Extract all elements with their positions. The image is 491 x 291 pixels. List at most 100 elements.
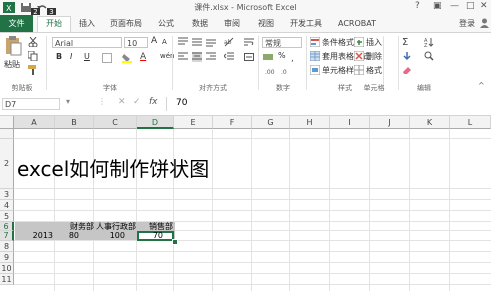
tab-page-layout[interactable]: 页面布局 (105, 17, 147, 30)
font-color-icon[interactable]: A (140, 52, 150, 62)
fill-color-icon[interactable] (122, 53, 132, 63)
wrap-text-icon[interactable] (244, 37, 254, 47)
tab-acrobat[interactable]: ACROBAT (333, 17, 381, 30)
column-header-f[interactable]: F (213, 116, 252, 129)
formula-input[interactable]: 70 (176, 98, 187, 108)
delete-button[interactable]: 删除 (366, 51, 382, 62)
align-middle-icon[interactable] (192, 37, 202, 47)
column-header-h[interactable]: H (290, 116, 330, 129)
insert-icon[interactable] (353, 36, 365, 48)
cell-styles-icon[interactable] (309, 64, 321, 76)
currency-icon[interactable] (263, 52, 273, 62)
restore-button[interactable]: □ (466, 1, 475, 11)
align-top-icon[interactable] (178, 37, 188, 47)
select-all-corner[interactable] (0, 116, 14, 129)
font-size-select[interactable]: 10 (124, 37, 148, 48)
font-name-select[interactable]: Arial (52, 37, 122, 48)
fill-handle[interactable] (172, 239, 178, 245)
column-header-l[interactable]: L (450, 116, 491, 129)
tab-view[interactable]: 视图 (252, 17, 280, 30)
name-box-dropdown-icon[interactable]: ▾ (66, 97, 70, 106)
insert-function-icon[interactable]: fx (149, 97, 158, 107)
help-icon[interactable]: ? (415, 1, 420, 11)
conditional-format-icon[interactable] (309, 36, 321, 48)
row-header-10[interactable]: 10 (0, 263, 14, 274)
column-header-i[interactable]: I (330, 116, 370, 129)
percent-button[interactable]: % (278, 51, 286, 60)
name-box[interactable]: D7 (2, 98, 60, 110)
tab-data[interactable]: 数据 (186, 17, 214, 30)
orientation-icon[interactable]: ab (224, 37, 234, 47)
conditional-format-button[interactable]: 条件格式 (322, 37, 354, 48)
decrease-decimal-icon[interactable]: .0 (281, 66, 291, 76)
data-cell-year[interactable]: 2013 (15, 231, 53, 240)
align-right-icon[interactable] (206, 52, 216, 62)
enter-icon[interactable]: ✓ (133, 97, 141, 107)
column-header-j[interactable]: J (370, 116, 410, 129)
fill-icon[interactable] (402, 51, 412, 61)
data-cell-finance[interactable]: 80 (55, 231, 79, 240)
formula-bar-options-icon[interactable]: ⋮ (98, 97, 106, 106)
tab-review[interactable]: 审阅 (218, 17, 246, 30)
insert-button[interactable]: 插入 (366, 37, 382, 48)
clear-icon[interactable] (402, 65, 412, 75)
column-header-a[interactable]: A (14, 116, 55, 129)
align-center-icon[interactable] (192, 52, 202, 62)
row-header-2[interactable]: 2 (0, 139, 14, 189)
row-header-9[interactable]: 9 (0, 252, 14, 263)
align-left-icon[interactable] (178, 52, 188, 62)
paste-icon[interactable] (4, 35, 22, 57)
tab-formulas[interactable]: 公式 (152, 17, 180, 30)
copy-icon[interactable] (27, 50, 38, 62)
delete-icon[interactable] (353, 50, 365, 62)
comma-style-icon[interactable]: , (291, 52, 301, 64)
data-cell-hr[interactable]: 100 (95, 231, 125, 240)
cancel-icon[interactable]: ✕ (118, 97, 126, 107)
paste-label[interactable]: 粘贴 (4, 59, 20, 70)
row-header-6[interactable]: 6 (0, 222, 14, 231)
login-link[interactable]: 登录 (455, 17, 479, 30)
ribbon-display-icon[interactable]: ▣ (433, 1, 442, 11)
decrease-indent-icon[interactable] (223, 52, 234, 62)
format-table-icon[interactable] (309, 50, 321, 62)
italic-button[interactable]: I (70, 52, 72, 61)
row-header-3[interactable]: 3 (0, 189, 14, 200)
minimize-button[interactable]: — (450, 1, 459, 11)
format-painter-icon[interactable] (28, 65, 38, 75)
autosum-icon[interactable]: Σ (402, 37, 412, 48)
format-button[interactable]: 格式 (366, 65, 382, 76)
grow-font-button[interactable]: A (151, 36, 157, 46)
find-select-icon[interactable] (424, 51, 434, 61)
borders-icon[interactable] (102, 53, 112, 63)
sheet-title-cell[interactable]: excel如何制作饼状图 (17, 153, 209, 182)
sort-filter-icon[interactable]: AZ (424, 37, 434, 49)
data-cell-sales[interactable]: 70 (139, 231, 163, 240)
column-header-d[interactable]: D (137, 116, 174, 129)
align-bottom-icon[interactable] (206, 37, 216, 47)
row-header-5[interactable]: 5 (0, 211, 14, 222)
increase-decimal-icon[interactable]: .00 (265, 66, 275, 76)
tab-developer[interactable]: 开发工具 (285, 17, 327, 30)
bold-button[interactable]: B (56, 52, 62, 61)
number-format-select[interactable]: 常规 (262, 37, 302, 48)
tab-insert[interactable]: 插入 (73, 17, 101, 30)
column-header-c[interactable]: C (94, 116, 137, 129)
close-button[interactable]: ✕ (480, 1, 488, 11)
row-header-11[interactable]: 11 (0, 274, 14, 285)
column-header-e[interactable]: E (174, 116, 213, 129)
merge-center-icon[interactable] (244, 52, 254, 62)
collapse-ribbon-icon[interactable]: ^ (478, 81, 485, 90)
cut-icon[interactable] (28, 36, 38, 48)
underline-button[interactable]: U (84, 52, 90, 61)
column-header-k[interactable]: K (410, 116, 450, 129)
tab-home[interactable]: 开始 (37, 16, 71, 32)
row-header-1[interactable]: 1 (0, 129, 14, 148)
user-icon[interactable] (480, 18, 489, 28)
column-header-g[interactable]: G (252, 116, 290, 129)
column-header-b[interactable]: B (55, 116, 94, 129)
tab-file[interactable]: 文件 (0, 15, 33, 32)
row-header-4[interactable]: 4 (0, 200, 14, 211)
shrink-font-button[interactable]: A (162, 38, 167, 46)
format-icon[interactable] (353, 64, 365, 76)
row-header-7[interactable]: 7 (0, 231, 14, 241)
